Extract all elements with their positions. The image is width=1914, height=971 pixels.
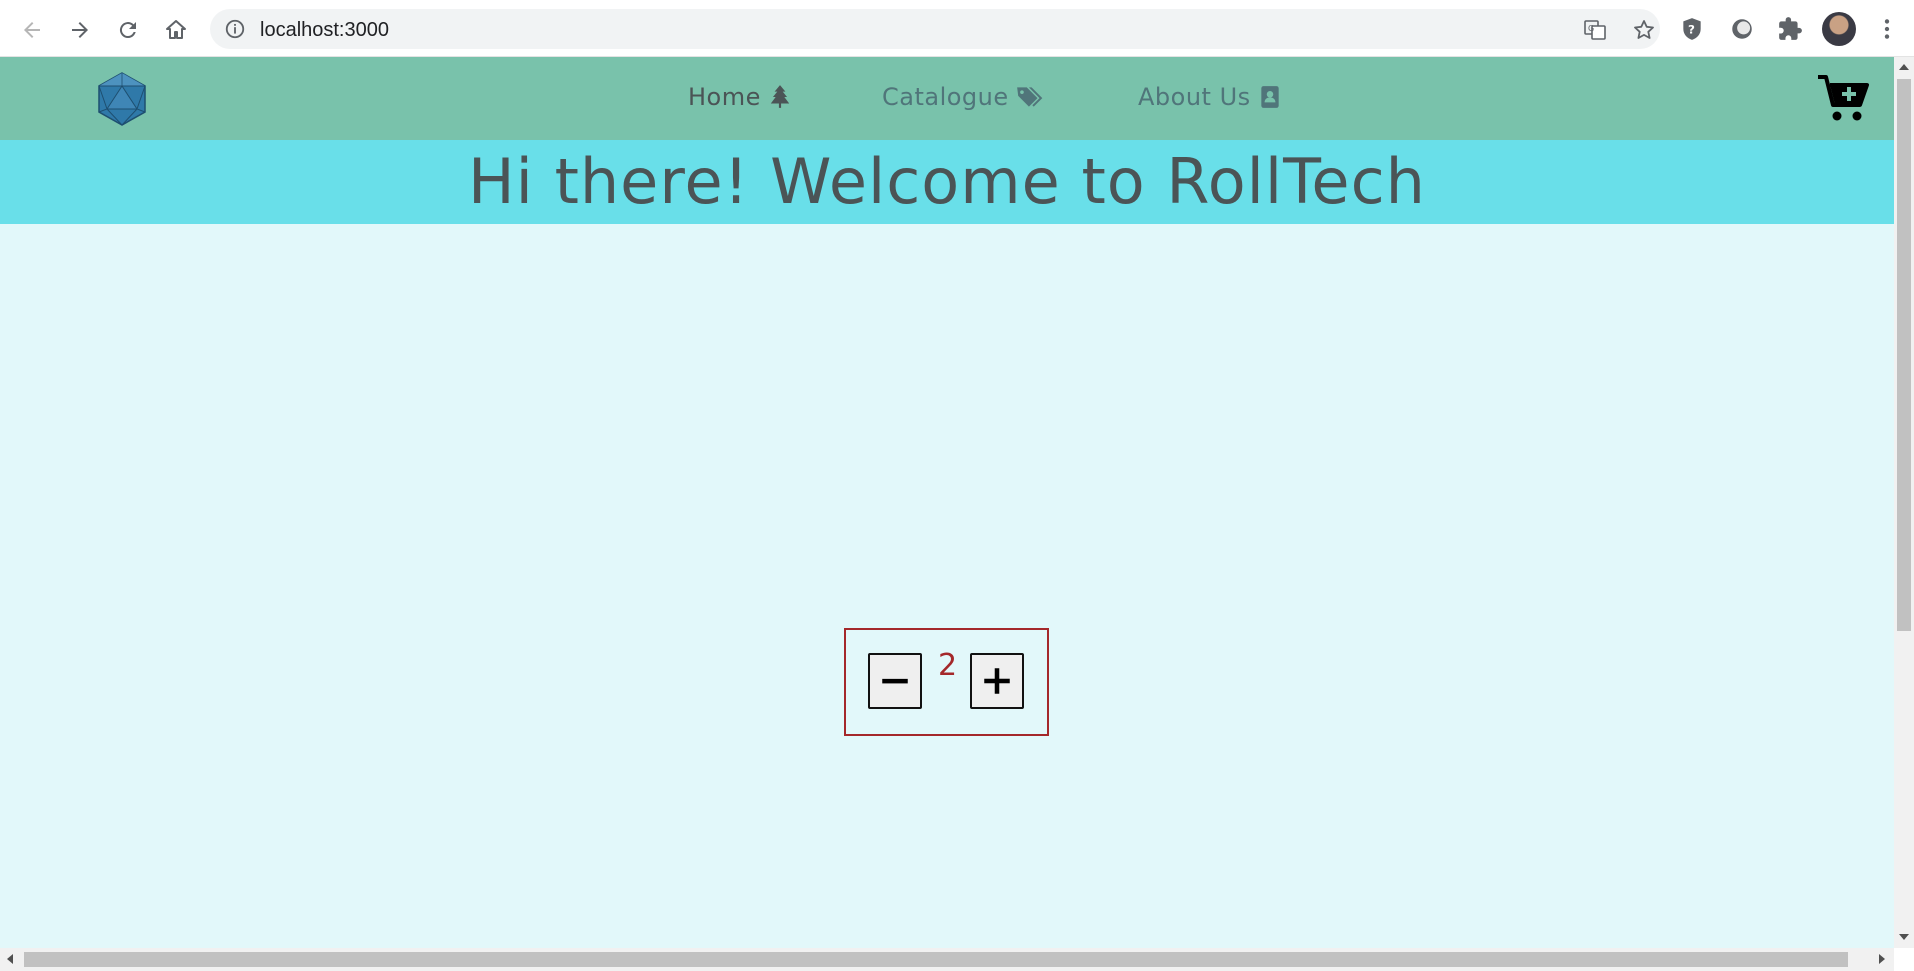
site-header: Home Catalogue About Us — [0, 57, 1894, 140]
d20-dice-icon[interactable] — [96, 71, 148, 127]
counter-value: 2 — [938, 648, 958, 683]
tags-icon — [1016, 87, 1042, 107]
reload-button[interactable] — [110, 12, 146, 48]
horizontal-scrollbar[interactable] — [0, 948, 1894, 971]
increment-button[interactable] — [970, 653, 1024, 709]
forward-button[interactable] — [62, 12, 98, 48]
nav-catalogue-label: Catalogue — [882, 83, 1009, 111]
nav-about[interactable]: About Us — [1138, 83, 1283, 111]
horizontal-scroll-thumb[interactable] — [24, 952, 1848, 967]
nav-catalogue[interactable]: Catalogue — [882, 83, 1045, 111]
nav-about-label: About Us — [1138, 83, 1251, 111]
svg-text:G: G — [1588, 24, 1594, 33]
scroll-down-icon[interactable] — [1899, 934, 1909, 940]
kebab-menu-icon[interactable] — [1874, 16, 1900, 42]
plus-icon — [984, 668, 1010, 694]
address-book-icon — [1260, 86, 1279, 108]
profile-avatar[interactable] — [1822, 12, 1856, 46]
svg-text:?: ? — [1688, 22, 1695, 36]
arrow-left-icon — [24, 22, 40, 38]
extension-circle-icon[interactable] — [1729, 16, 1755, 42]
shield-question-icon[interactable]: ? — [1679, 16, 1705, 42]
quantity-counter: 2 — [844, 628, 1049, 736]
house-icon — [166, 20, 186, 39]
star-icon[interactable] — [1632, 18, 1656, 42]
home-browser-button[interactable] — [158, 12, 194, 48]
tree-icon — [770, 85, 790, 108]
arrow-right-icon — [72, 22, 88, 38]
welcome-banner: Hi there! Welcome to RollTech — [0, 140, 1894, 224]
vertical-scrollbar[interactable] — [1894, 57, 1914, 948]
scroll-right-icon[interactable] — [1879, 954, 1885, 964]
minus-icon — [882, 678, 908, 684]
page-title: Hi there! Welcome to RollTech — [468, 145, 1426, 218]
reload-icon — [119, 22, 136, 39]
vertical-scroll-thumb[interactable] — [1897, 79, 1911, 631]
cart-plus-icon[interactable] — [1816, 73, 1872, 125]
address-bar[interactable]: localhost:3000 G — [210, 9, 1660, 49]
nav-home[interactable]: Home — [688, 83, 793, 111]
info-icon[interactable] — [224, 18, 246, 40]
puzzle-icon[interactable] — [1777, 16, 1803, 42]
scroll-up-icon[interactable] — [1899, 64, 1909, 70]
decrement-button[interactable] — [868, 653, 922, 709]
back-button[interactable] — [14, 12, 50, 48]
url-text: localhost:3000 — [260, 19, 389, 41]
nav-home-label: Home — [688, 83, 761, 111]
main-content: 2 — [0, 224, 1894, 948]
browser-toolbar: localhost:3000 G ? — [0, 0, 1914, 57]
translate-icon[interactable]: G — [1583, 18, 1607, 42]
scroll-left-icon[interactable] — [7, 954, 13, 964]
